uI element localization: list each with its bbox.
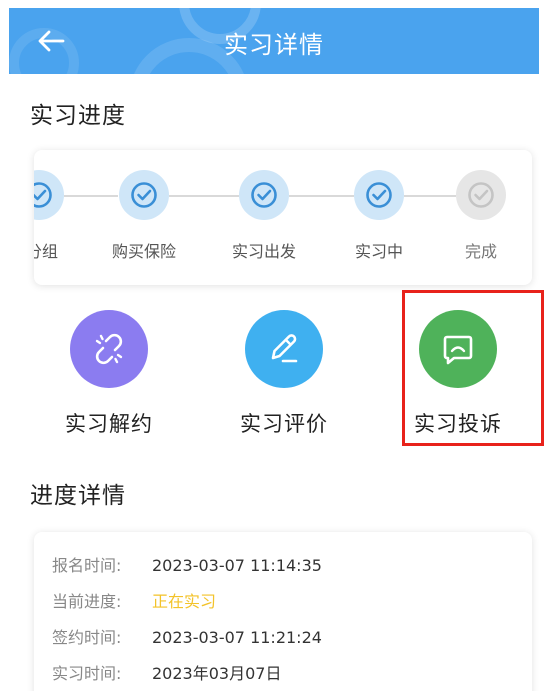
- status-value: 正在实习: [152, 592, 217, 611]
- details-section-title: 进度详情: [30, 483, 126, 509]
- detail-row-sign-time: 签约时间: 2023-03-07 11:21:24: [52, 624, 322, 648]
- step-circle-complete: [456, 170, 506, 220]
- step-connector: [64, 195, 118, 197]
- step-connector: [404, 195, 456, 197]
- page: 实习详情 实习进度 组 购买保险 实习出发 实习中 完成 实习解约 实习评价 实…: [0, 0, 546, 691]
- detail-key: 当前进度:: [52, 592, 122, 611]
- check-icon: [251, 182, 277, 208]
- step-circle-insurance: [119, 170, 169, 220]
- step-label: 实习中: [354, 242, 403, 261]
- detail-value: 2023年03月07日: [152, 664, 282, 683]
- progress-section-title: 实习进度: [30, 103, 126, 129]
- detail-row-signup-time: 报名时间: 2023-03-07 11:14:35: [52, 552, 322, 576]
- broken-link-icon: [95, 333, 123, 365]
- detail-key: 实习时间:: [52, 664, 122, 683]
- detail-row-current-progress: 当前进度: 正在实习: [52, 588, 216, 612]
- action-label: 实习评价: [240, 412, 328, 436]
- step-circle-in-progress: [354, 170, 404, 220]
- check-icon: [131, 182, 157, 208]
- check-icon: [468, 182, 494, 208]
- edit-pen-icon: [271, 334, 298, 363]
- evaluate-internship-button[interactable]: 实习评价: [214, 310, 354, 438]
- detail-value: 2023-03-07 11:21:24: [152, 628, 322, 647]
- step-label: 分组: [34, 242, 58, 261]
- page-title: 实习详情: [224, 31, 324, 59]
- detail-key: 报名时间:: [52, 556, 122, 575]
- terminate-internship-button[interactable]: 实习解约: [39, 310, 179, 438]
- action-icon-circle: [70, 310, 148, 388]
- detail-value: 2023-03-07 11:14:35: [152, 556, 322, 575]
- step-circle-group: [34, 170, 64, 220]
- action-label: 实习解约: [65, 412, 153, 436]
- step-label: 实习出发: [231, 242, 296, 261]
- detail-key: 签约时间:: [52, 628, 122, 647]
- detail-row-internship-date: 实习时间: 2023年03月07日: [52, 660, 281, 684]
- step-label: 完成: [464, 242, 497, 261]
- highlight-annotation-box: [402, 290, 544, 446]
- step-connector: [289, 195, 354, 197]
- check-icon: [34, 182, 52, 208]
- step-connector: [169, 195, 239, 197]
- progress-card: 分组 购买保险 实习出发 实习中 完成: [34, 150, 532, 285]
- details-card: 报名时间: 2023-03-07 11:14:35 当前进度: 正在实习 签约时间:…: [34, 532, 532, 691]
- step-label: 购买保险: [111, 242, 176, 261]
- step-circle-depart: [239, 170, 289, 220]
- action-icon-circle: [245, 310, 323, 388]
- app-header: 实习详情: [9, 8, 539, 74]
- check-icon: [366, 182, 392, 208]
